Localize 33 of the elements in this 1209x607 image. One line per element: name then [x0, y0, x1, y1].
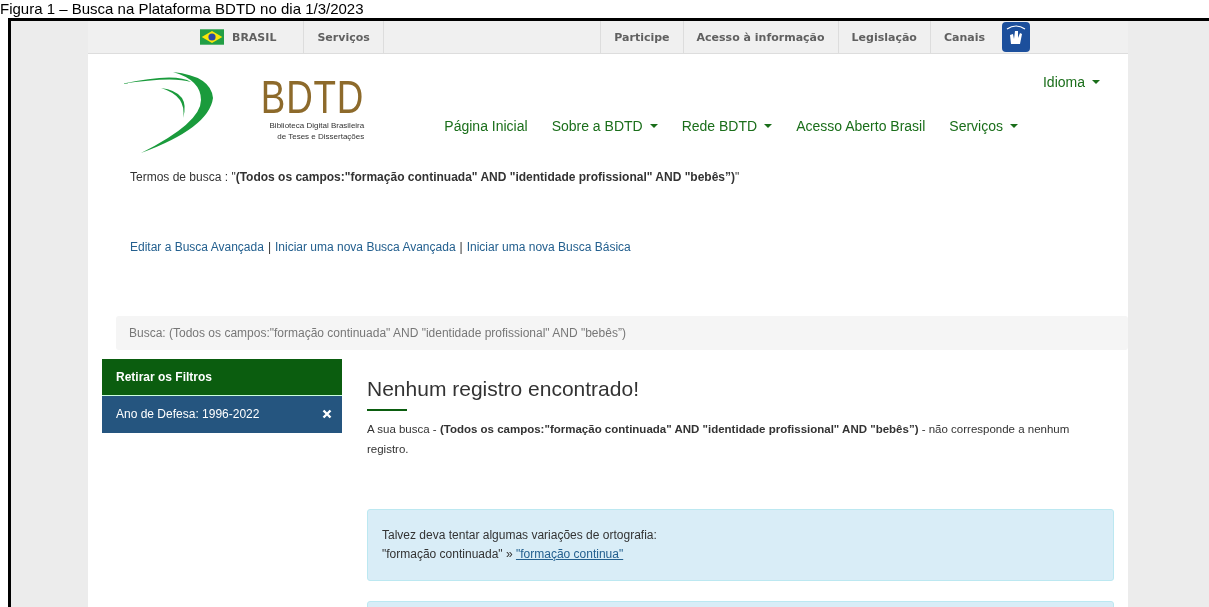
- suggestion-link[interactable]: "formação continua": [515, 547, 624, 561]
- suggestion-text: Talvez deva tentar algumas variações de ortografia:: [382, 527, 658, 544]
- language-menu[interactable]: Idioma: [1042, 74, 1100, 90]
- filter-label: Ano de Defesa: 1996-2022: [116, 407, 260, 421]
- clear-filters-button[interactable]: Retirar os Filtros: [102, 359, 342, 396]
- results-heading: Nenhum registro encontrado!: [367, 377, 640, 401]
- hands-icon[interactable]: [1002, 22, 1030, 52]
- nav-link[interactable]: Página Inicial: [444, 118, 528, 134]
- top-bar-link[interactable]: Serviços: [304, 21, 384, 53]
- logo-subtitle: de Teses e Dissertações: [277, 131, 365, 142]
- flag-icon: [200, 29, 224, 45]
- search-link[interactable]: Iniciar uma nova Busca Básica: [466, 240, 631, 254]
- logo-title: BDTD: [260, 74, 365, 120]
- logo-subtitle: Biblioteca Digital Brasileira: [269, 120, 365, 131]
- top-bar-link[interactable]: Participe: [600, 21, 683, 53]
- top-bar-link[interactable]: Canais: [929, 21, 998, 53]
- search-terms: Termos de busca : "(Todos os campos:"formação continuada" AND "identidade profissional" AND "bebês”)": [130, 170, 741, 184]
- link-separator: |: [459, 240, 463, 254]
- nav-link[interactable]: Serviços: [949, 118, 1018, 134]
- nav-link[interactable]: Acesso Aberto Brasil: [796, 118, 926, 134]
- top-bar-link[interactable]: Legislação: [837, 21, 930, 53]
- suggestion-text: "formação continuada" »: [382, 547, 513, 561]
- figure-caption: Figura 1 – Busca na Plataforma BDTD no dia 1/3/2023: [0, 0, 364, 17]
- results-message: A sua busca - (Todos os campos:"formação continuada" AND "identidade profissional" AND "bebês”) - não corresponde a nenhum registro.: [367, 422, 1071, 457]
- search-link[interactable]: Iniciar uma nova Busca Avançada: [275, 240, 456, 254]
- search-link[interactable]: Editar a Busca Avançada: [130, 240, 264, 254]
- brasil-link[interactable]: BRASIL: [187, 21, 305, 53]
- remove-icon[interactable]: [322, 409, 332, 419]
- link-separator: |: [267, 240, 271, 254]
- nav-link[interactable]: Sobre a BDTD: [551, 118, 658, 134]
- top-bar-link[interactable]: Acesso à informação: [682, 21, 838, 53]
- breadcrumb-bar: Busca: (Todos os campos:"formação continuada" AND "identidade profissional" AND "bebês”): [116, 316, 1128, 350]
- nav-link[interactable]: Rede BDTD: [681, 118, 773, 134]
